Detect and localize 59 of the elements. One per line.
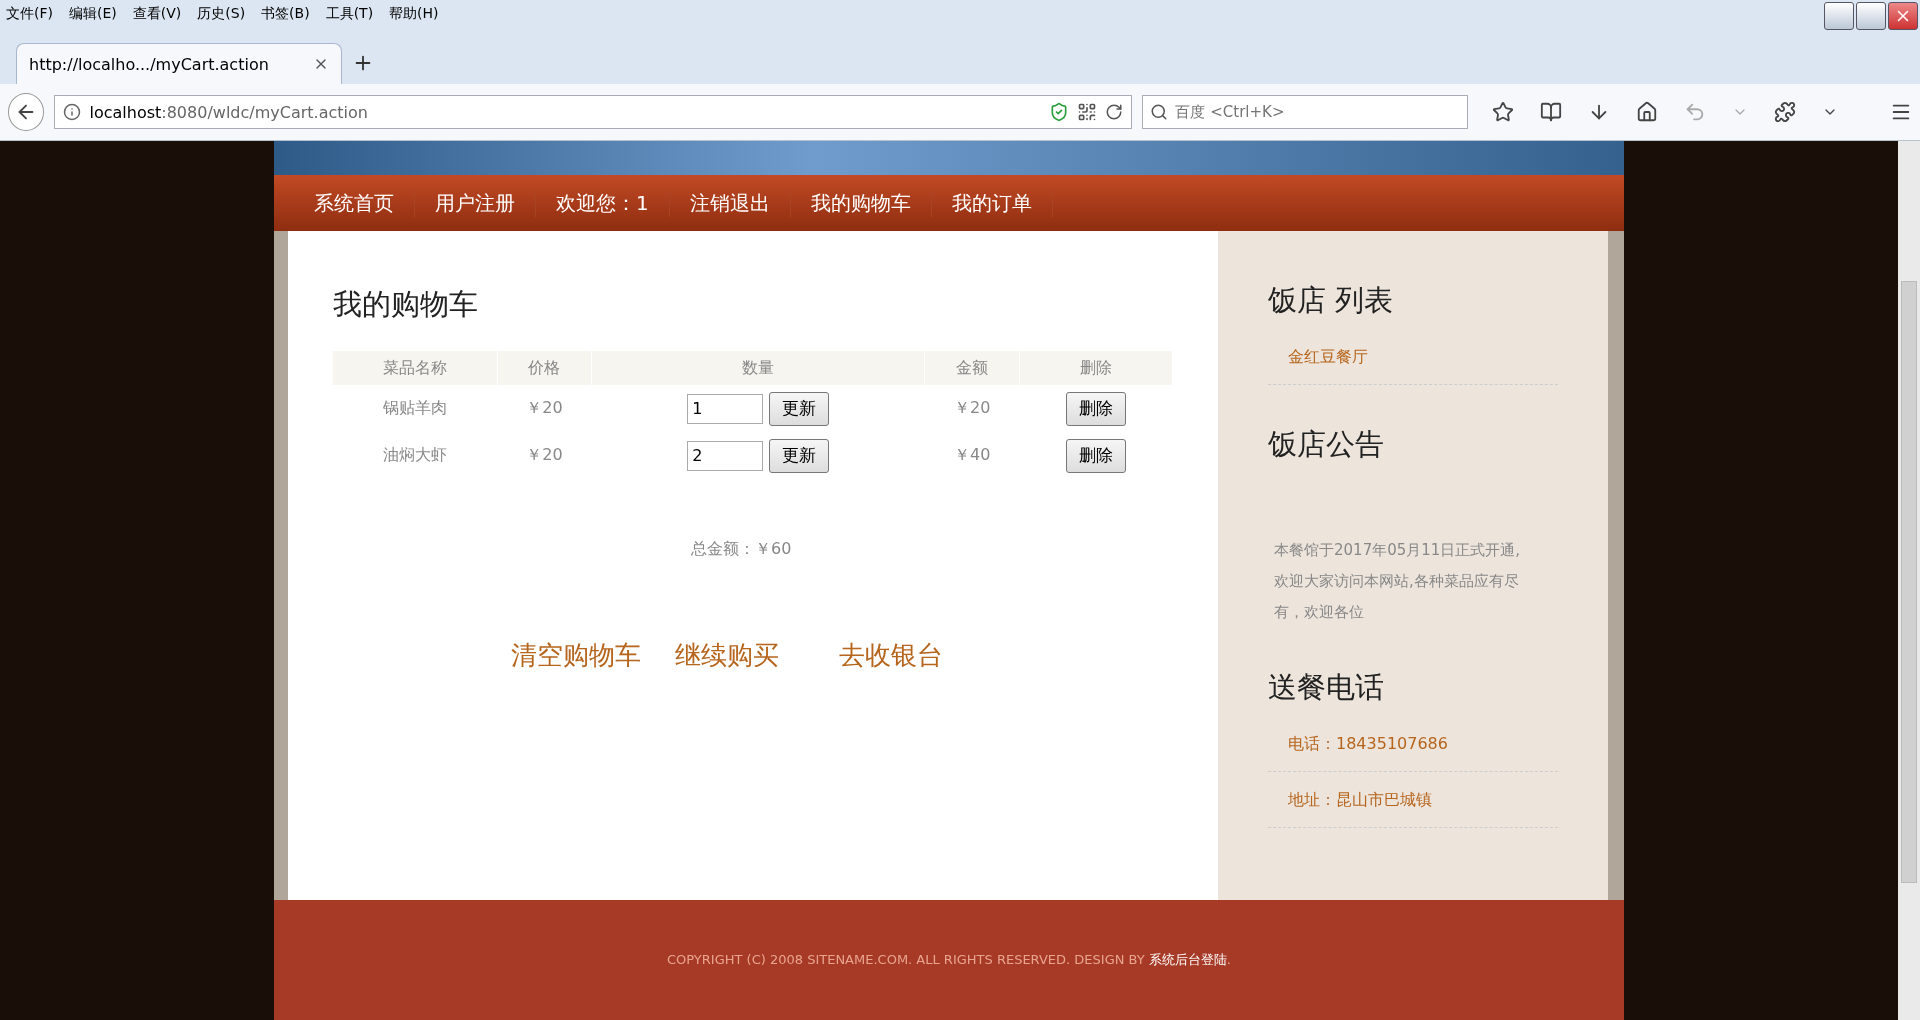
star-icon[interactable] <box>1492 101 1514 123</box>
table-cell: ￥20 <box>924 385 1020 432</box>
nav-link[interactable]: 我的订单 <box>931 189 1053 217</box>
table-cell-text: 油焖大虾 <box>382 444 449 466</box>
column-header: 数量 <box>591 351 925 385</box>
copyright-text: COPYRIGHT (C) 2008 SITENAME.COM. ALL RIGHTS RESERVED. DESIGN BY 系统后台登陆. <box>667 951 1231 969</box>
sidebar-title: 饭店公告 <box>1268 426 1385 463</box>
menu-item[interactable]: 书签(B) <box>261 5 310 23</box>
nav-link[interactable]: 系统首页 <box>294 189 415 217</box>
column-header: 价格 <box>497 351 592 385</box>
action-link[interactable]: 去收银台 <box>839 638 943 673</box>
scrollbar[interactable] <box>1898 141 1920 1020</box>
quantity-field[interactable]: 2 <box>687 440 764 471</box>
total-amount: 总金额：￥60 <box>691 539 793 560</box>
home-icon[interactable] <box>1636 101 1658 123</box>
book-icon[interactable] <box>1540 101 1562 123</box>
column-header: 菜品名称 <box>333 351 498 385</box>
delete-button[interactable]: 删除 <box>1066 391 1126 426</box>
table-cell-text: ￥20 <box>525 444 564 466</box>
update-button[interactable]: 更新 <box>769 391 830 426</box>
update-button[interactable]: 更新 <box>769 438 830 473</box>
notice-text: 本餐馆于2017年05月11日正式开通,欢迎大家访问本网站,各种菜品应有尽有，欢迎各位 <box>1274 540 1522 623</box>
page-title: 我的购物车 <box>333 286 479 323</box>
table-cell: 锅贴羊肉 <box>333 385 498 432</box>
menu-item[interactable]: 文件(F) <box>6 5 53 23</box>
nav-link[interactable]: 欢迎您：1 <box>536 189 670 217</box>
qr-code-icon[interactable] <box>1077 102 1098 122</box>
nav-link[interactable]: 注销退出 <box>669 189 791 217</box>
table-cell: ￥20 <box>497 385 592 432</box>
action-link[interactable]: 继续购买 <box>675 638 779 673</box>
info-icon[interactable] <box>63 103 82 121</box>
sidebar-title: 饭店 列表 <box>1268 282 1395 319</box>
scroll-thumb[interactable] <box>1901 281 1917 883</box>
search-field[interactable]: 百度 <Ctrl+K> <box>1142 95 1468 129</box>
close-icon[interactable] <box>1888 2 1918 30</box>
column-header: 删除 <box>1019 351 1173 385</box>
sidebar-title: 送餐电话 <box>1268 669 1385 706</box>
nav-link[interactable]: 用户注册 <box>415 189 536 217</box>
sidebar-link[interactable]: 电话：18435107686 <box>1268 734 1558 772</box>
admin-link[interactable]: 系统后台登陆 <box>1148 952 1227 967</box>
table-cell-text: ￥40 <box>952 444 992 466</box>
address-field[interactable]: localhost:8080/wldc/myCart.action <box>54 95 1133 129</box>
column-header: 金额 <box>924 351 1020 385</box>
menu-item[interactable]: 历史(S) <box>197 5 246 23</box>
puzzle-icon[interactable] <box>1774 101 1796 123</box>
browser-tab[interactable]: http://localho.../myCart.action <box>16 43 342 84</box>
action-link[interactable]: 清空购物车 <box>511 638 641 673</box>
nav-link[interactable]: 我的购物车 <box>790 189 932 217</box>
menu-item[interactable]: 查看(V) <box>132 5 182 23</box>
menu-item[interactable]: 帮助(H) <box>389 5 439 23</box>
sidebar-link[interactable]: 地址：昆山市巴城镇 <box>1268 790 1558 828</box>
menu-item[interactable]: 工具(T) <box>325 5 374 23</box>
delete-button[interactable]: 删除 <box>1066 438 1126 473</box>
sidebar-link[interactable]: 金红豆餐厅 <box>1268 347 1558 385</box>
quantity-field[interactable]: 1 <box>687 393 764 424</box>
shield-icon[interactable] <box>1049 102 1070 122</box>
menu-item[interactable]: 编辑(E) <box>69 5 117 23</box>
reload-icon[interactable] <box>1105 103 1124 121</box>
back-button[interactable] <box>8 93 45 131</box>
